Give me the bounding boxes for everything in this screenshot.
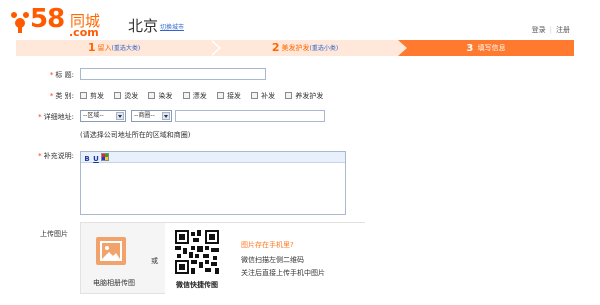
image-icon[interactable] — [96, 237, 126, 265]
or-separator: 或 — [151, 257, 158, 265]
step-progress-bar: 1 留入(重选大类) 2 美发护发(重选小类) 3 填写信息 — [16, 40, 574, 56]
checkbox[interactable] — [251, 92, 259, 99]
step-1-number: 1 — [87, 41, 96, 54]
account-links: 登录 | 注册 — [532, 25, 570, 35]
required-star: * — [38, 113, 42, 121]
district-select[interactable]: --区域-- — [80, 110, 126, 122]
title-input[interactable] — [80, 68, 266, 80]
ant-logo-icon — [11, 12, 29, 33]
category-option-label: 漂发 — [192, 92, 207, 100]
description-label: 补充说明: — [43, 152, 74, 160]
address-row-label: * 详细地址: — [14, 112, 74, 122]
step-1-label: 留入 — [97, 44, 112, 52]
category-option[interactable]: 接发 — [216, 91, 241, 101]
address-label: 详细地址: — [43, 113, 74, 121]
login-link[interactable]: 登录 — [532, 26, 546, 34]
step-divider-1-fill — [210, 40, 219, 56]
category-row-label: * 类 别: — [14, 91, 74, 101]
step-1-reselect-link[interactable]: (重选大类) — [111, 45, 140, 52]
upload-panel: 电脑相册传图 或 微信快捷传图 图片存在手机里? 微信扫描左侧二维码 关注后直接… — [80, 222, 365, 294]
category-option[interactable]: 烫发 — [114, 91, 138, 101]
checkbox[interactable] — [216, 92, 224, 99]
category-option[interactable]: 剪发 — [80, 91, 104, 101]
description-row-label: * 补充说明: — [14, 151, 74, 161]
color-picker-icon[interactable] — [101, 153, 109, 161]
title-label: 标 题: — [55, 71, 74, 79]
category-option-label: 补发 — [261, 92, 276, 100]
qr-instruction-2: 关注后直接上传手机中图片 — [241, 269, 325, 277]
link-divider: | — [549, 26, 552, 34]
category-checkbox-group: 剪发 烫发 染发 漂发 接发 补发 养发护发 — [80, 91, 331, 101]
chevron-down-icon[interactable] — [116, 112, 124, 120]
title-row-label: * 标 题: — [14, 70, 74, 80]
category-option[interactable]: 养发护发 — [285, 91, 323, 101]
step-2[interactable]: 2 美发护发(重选小类) — [212, 40, 398, 56]
category-option-label: 养发护发 — [295, 92, 324, 100]
step-3-active: 3 填写信息 — [398, 40, 574, 56]
step-1[interactable]: 1 留入(重选大类) — [16, 40, 212, 56]
editor-textarea[interactable] — [81, 163, 345, 215]
category-option-label: 接发 — [226, 92, 241, 100]
area-select-value: --商圈-- — [134, 112, 155, 119]
category-option-label: 烫发 — [124, 92, 139, 100]
checkbox[interactable] — [182, 92, 190, 99]
qr-code-icon — [175, 230, 219, 274]
logo-com-text: .com — [69, 26, 99, 39]
category-label: 类 别: — [55, 92, 74, 100]
site-logo[interactable]: 58 同城 .com — [8, 4, 118, 39]
bold-button[interactable]: B — [83, 155, 91, 163]
required-star: * — [49, 71, 54, 79]
district-select-value: --区域-- — [83, 112, 104, 119]
step-3-label: 填写信息 — [477, 44, 506, 52]
category-option[interactable]: 染发 — [148, 91, 172, 101]
qr-instruction-1: 微信扫描左侧二维码 — [241, 256, 304, 264]
step-divider-2 — [398, 40, 407, 56]
wechat-upload-label: 微信快捷传图 — [176, 281, 218, 289]
category-option-label: 剪发 — [90, 92, 104, 100]
switch-city-link[interactable]: 切换城市 — [160, 22, 184, 31]
required-star: * — [49, 92, 54, 100]
category-option[interactable]: 漂发 — [182, 91, 207, 101]
step-2-number: 2 — [271, 41, 280, 54]
required-star: * — [38, 152, 42, 160]
current-city: 北京 — [128, 17, 159, 35]
address-hint: (请选择公司地址所在的区域和商圈) — [80, 131, 191, 139]
step-2-label: 美发护发 — [281, 44, 310, 52]
description-editor: BU — [80, 151, 346, 215]
wechat-upload-box: 微信快捷传图 图片存在手机里? 微信扫描左侧二维码 关注后直接上传手机中图片 — [165, 223, 365, 294]
checkbox[interactable] — [80, 92, 87, 99]
category-option[interactable]: 补发 — [251, 91, 275, 101]
area-select[interactable]: --商圈-- — [131, 110, 172, 122]
checkbox[interactable] — [114, 92, 122, 99]
pc-upload-button[interactable]: 电脑相册传图 — [87, 278, 141, 288]
editor-toolbar: BU — [81, 152, 345, 163]
qr-title: 图片存在手机里? — [241, 241, 294, 249]
chevron-down-icon[interactable] — [162, 112, 170, 120]
register-link[interactable]: 注册 — [556, 26, 570, 34]
underline-button[interactable]: U — [92, 155, 100, 163]
picture-glyph-icon — [100, 241, 122, 261]
step-3-number: 3 — [466, 43, 474, 54]
checkbox[interactable] — [285, 92, 293, 99]
category-option-label: 染发 — [158, 92, 173, 100]
upload-label: 上传图片 — [40, 230, 68, 238]
logo-number: 58 — [30, 4, 65, 34]
address-input[interactable] — [175, 110, 325, 122]
checkbox[interactable] — [148, 92, 156, 99]
step-2-reselect-link[interactable]: (重选小类) — [309, 45, 338, 52]
